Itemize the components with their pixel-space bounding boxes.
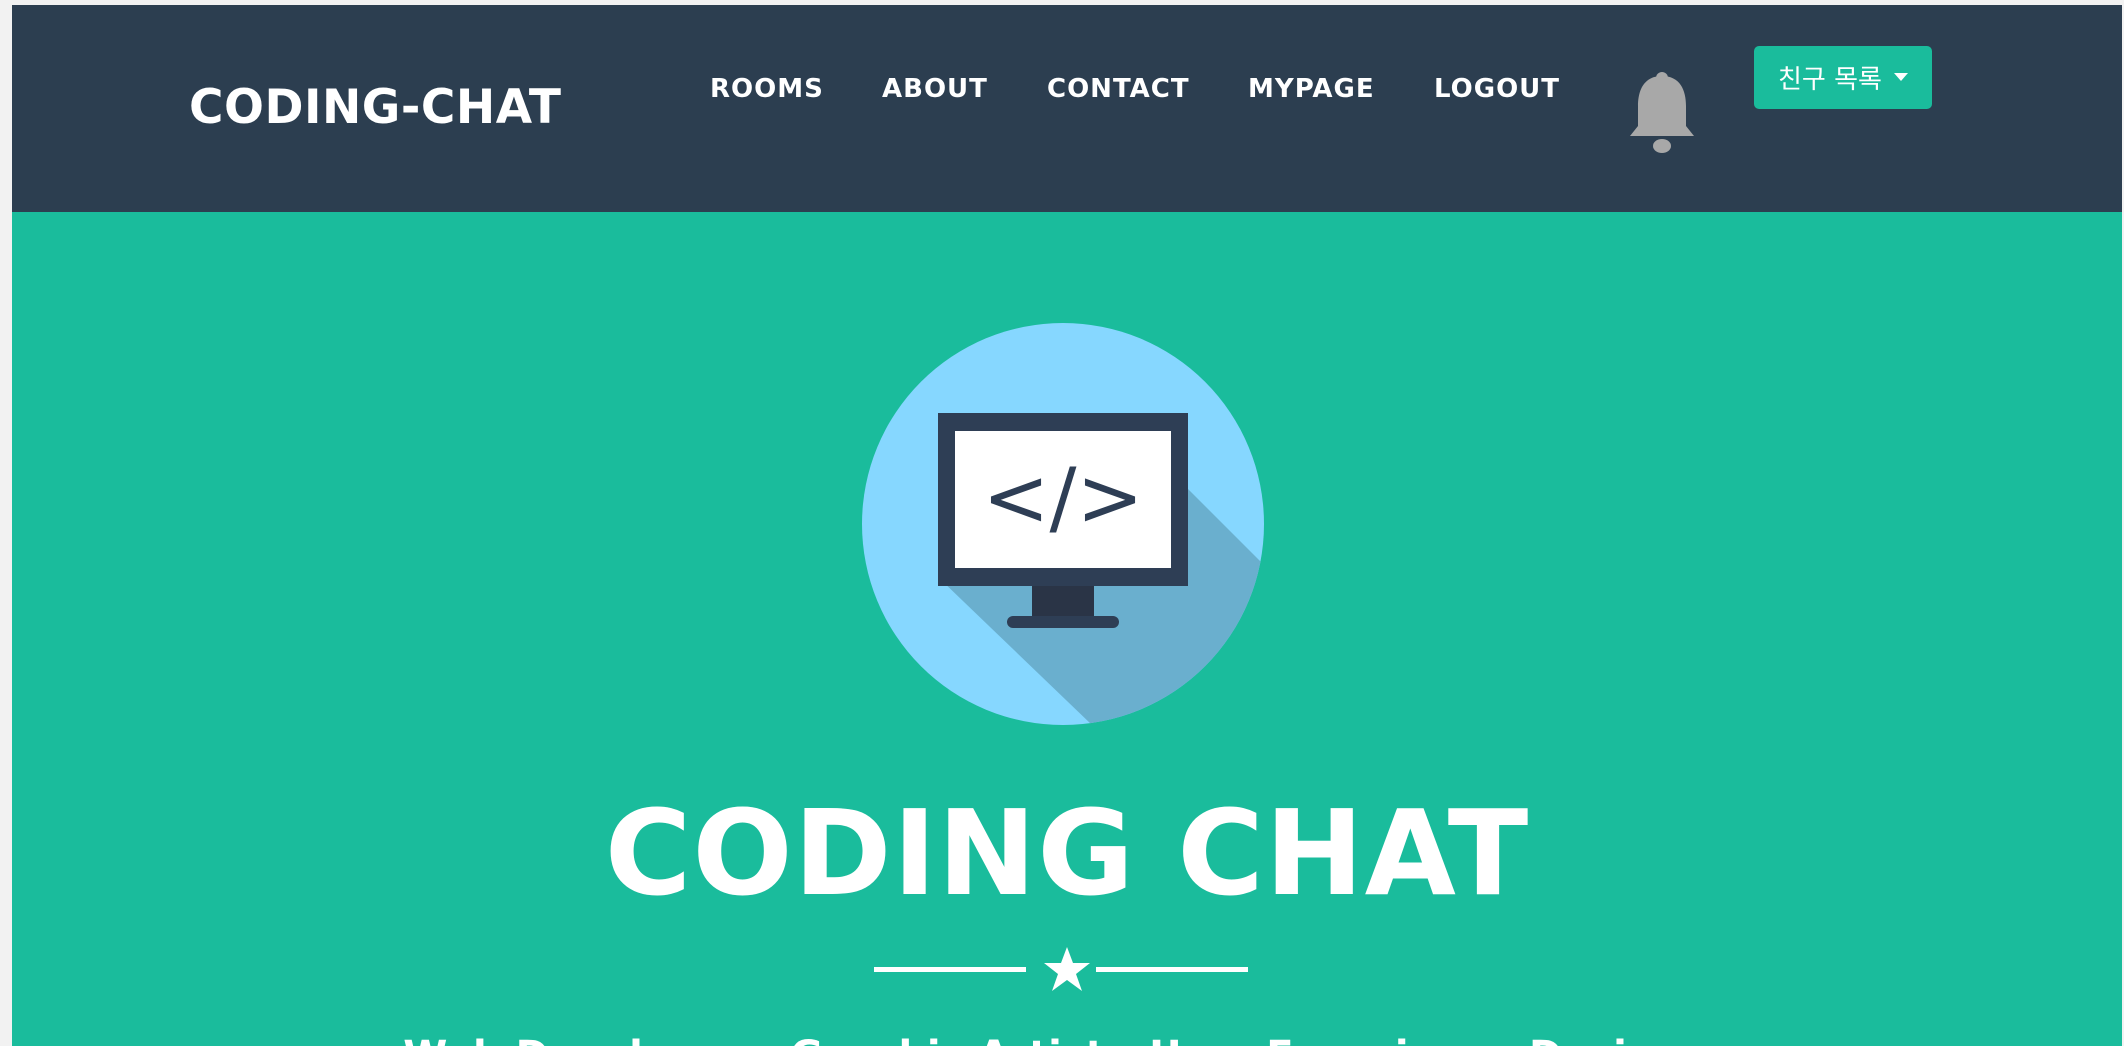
divider-line-right — [1096, 967, 1248, 972]
brand-logo[interactable]: CODING-CHAT — [189, 80, 561, 135]
star-divider — [12, 945, 2122, 995]
bell-icon[interactable] — [1626, 70, 1698, 156]
caret-down-icon — [1893, 72, 1908, 81]
nav-link-mypage[interactable]: MYPAGE — [1248, 74, 1375, 104]
code-monitor-icon: </> — [862, 323, 1264, 725]
divider-line-left — [874, 967, 1026, 972]
friends-dropdown-label: 친구 목록 — [1778, 65, 1882, 95]
star-icon — [1044, 947, 1090, 991]
hero-subtitle: Web Developer - Graphic Artist - User Ex… — [12, 1033, 2122, 1046]
nav-link-rooms[interactable]: ROOMS — [710, 74, 824, 104]
hero-title: CODING CHAT — [604, 784, 1530, 922]
nav-link-about[interactable]: ABOUT — [882, 74, 988, 104]
nav-link-logout[interactable]: LOGOUT — [1434, 74, 1560, 104]
friends-dropdown-button[interactable]: 친구 목록 — [1754, 46, 1932, 109]
code-symbol: </> — [982, 451, 1143, 544]
nav-link-contact[interactable]: CONTACT — [1047, 74, 1190, 104]
page: CODING-CHAT ROOMS ABOUT CONTACT MYPAGE L… — [12, 5, 2122, 1046]
navbar: CODING-CHAT ROOMS ABOUT CONTACT MYPAGE L… — [12, 5, 2122, 212]
